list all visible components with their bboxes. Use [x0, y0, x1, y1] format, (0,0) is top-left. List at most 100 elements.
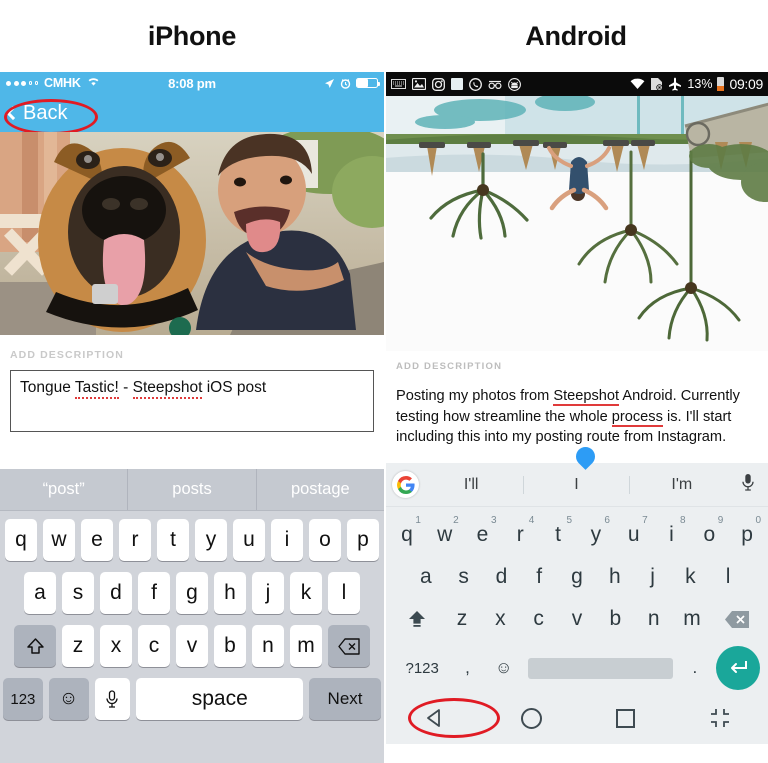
android-key-g[interactable]: g — [558, 556, 596, 598]
android-symbols-key[interactable]: ?123 — [394, 647, 450, 689]
ios-key-m[interactable]: m — [290, 625, 322, 667]
ios-space-key[interactable]: space — [136, 678, 304, 720]
android-key-t[interactable]: 5t — [539, 514, 577, 556]
backspace-icon[interactable] — [328, 625, 370, 667]
ios-key-n[interactable]: n — [252, 625, 284, 667]
collapse-arrows-icon[interactable] — [709, 707, 731, 729]
back-triangle-icon[interactable] — [423, 706, 447, 730]
android-key-v[interactable]: v — [558, 598, 596, 640]
android-suggestion-0[interactable]: I'll — [419, 476, 523, 494]
android-key-h[interactable]: h — [596, 556, 634, 598]
whatsapp-icon — [469, 77, 482, 91]
android-key-o[interactable]: 9o — [690, 514, 728, 556]
microphone-icon[interactable] — [94, 678, 131, 720]
alarm-clock-icon — [340, 78, 351, 89]
ios-key-t[interactable]: t — [157, 519, 189, 561]
ios-key-k[interactable]: k — [290, 572, 322, 614]
android-keyboard-row-1: 1q 2w 3e 4r 5t 6y 7u 8i 9o 0p — [388, 514, 766, 556]
ios-status-bar: CMHK 8:08 pm — [0, 72, 384, 94]
ios-key-f[interactable]: f — [138, 572, 170, 614]
android-period-key[interactable]: . — [678, 647, 712, 689]
ios-next-key[interactable]: Next — [309, 678, 381, 720]
ios-key-o[interactable]: o — [309, 519, 341, 561]
ios-key-x[interactable]: x — [100, 625, 132, 667]
ios-key-s[interactable]: s — [62, 572, 94, 614]
home-circle-icon[interactable] — [521, 707, 542, 729]
ios-suggestion-0[interactable]: “post” — [0, 469, 127, 510]
android-key-p[interactable]: 0p — [728, 514, 766, 556]
android-space-key[interactable] — [527, 657, 673, 679]
android-panel: 13% 09:09 ADD DESCRIPTION Posting my pho… — [384, 72, 768, 763]
android-key-n[interactable]: n — [635, 598, 673, 640]
android-key-j[interactable]: j — [634, 556, 672, 598]
ios-key-p[interactable]: p — [347, 519, 379, 561]
smiley-face-icon[interactable]: ☺ — [48, 678, 89, 720]
ios-key-u[interactable]: u — [233, 519, 265, 561]
ios-key-q[interactable]: q — [5, 519, 37, 561]
android-key-k[interactable]: k — [671, 556, 709, 598]
google-g-icon[interactable] — [392, 471, 419, 498]
ios-key-v[interactable]: v — [176, 625, 208, 667]
android-key-f[interactable]: f — [520, 556, 558, 598]
android-key-c[interactable]: c — [519, 598, 557, 640]
android-key-w[interactable]: 2w — [426, 514, 464, 556]
ios-key-b[interactable]: b — [214, 625, 246, 667]
panels-container: CMHK 8:08 pm Back ADD DESCRIPTION Tongue… — [0, 72, 768, 763]
ios-key-r[interactable]: r — [119, 519, 151, 561]
android-key-u[interactable]: 7u — [615, 514, 653, 556]
shift-arrow-icon[interactable] — [391, 598, 443, 640]
title-iphone: iPhone — [147, 20, 237, 51]
back-button[interactable]: Back — [5, 102, 67, 125]
android-key-z[interactable]: z — [443, 598, 481, 640]
instagram-icon — [432, 77, 445, 91]
comparison-screenshot: iPhone Android CMHK 8:08 pm Back ADD DES… — [0, 0, 768, 763]
annotation-circle-android-back — [408, 698, 500, 738]
ios-key-j[interactable]: j — [252, 572, 284, 614]
recents-square-icon[interactable] — [616, 708, 635, 728]
android-suggestion-2[interactable]: I'm — [628, 475, 734, 494]
ios-keyboard-row-4: 123 ☺ space Next — [3, 678, 381, 720]
enter-return-icon[interactable] — [715, 646, 760, 690]
android-comma-key[interactable]: , — [450, 647, 484, 689]
shift-arrow-icon[interactable] — [14, 625, 56, 667]
ios-key-l[interactable]: l — [328, 572, 360, 614]
ios-suggestion-2[interactable]: postage — [255, 469, 384, 510]
android-key-b[interactable]: b — [596, 598, 634, 640]
android-key-x[interactable]: x — [481, 598, 519, 640]
android-key-d[interactable]: d — [483, 556, 521, 598]
android-key-l[interactable]: l — [709, 556, 747, 598]
android-key-s[interactable]: s — [445, 556, 483, 598]
ios-key-z[interactable]: z — [62, 625, 94, 667]
android-key-r[interactable]: 4r — [501, 514, 539, 556]
android-status-icons: 13% 09:09 — [630, 76, 763, 92]
microphone-icon[interactable] — [734, 473, 762, 496]
android-description-text: Posting my photos from Steepshot Android… — [396, 388, 740, 446]
android-suggestion-bar: I'll I I'm — [386, 463, 768, 507]
android-key-m[interactable]: m — [673, 598, 711, 640]
android-suggestion-1[interactable]: I — [523, 475, 628, 494]
ios-key-d[interactable]: d — [100, 572, 132, 614]
android-key-e[interactable]: 3e — [464, 514, 502, 556]
ios-key-i[interactable]: i — [271, 519, 303, 561]
android-key-y[interactable]: 6y — [577, 514, 615, 556]
ios-key-g[interactable]: g — [176, 572, 208, 614]
ios-suggestion-1[interactable]: posts — [127, 469, 255, 510]
ios-key-c[interactable]: c — [138, 625, 170, 667]
android-key-i[interactable]: 8i — [653, 514, 691, 556]
square-app-icon — [451, 78, 463, 90]
ios-key-a[interactable]: a — [24, 572, 56, 614]
android-key-a[interactable]: a — [407, 556, 445, 598]
ios-numeric-key[interactable]: 123 — [3, 678, 43, 720]
ios-key-w[interactable]: w — [43, 519, 75, 561]
ios-description-input[interactable]: Tongue Tastic! - Steepshot iOS post — [10, 370, 374, 432]
android-description-input[interactable]: Posting my photos from Steepshot Android… — [396, 386, 758, 448]
ios-status-icons — [324, 78, 380, 89]
android-key-q[interactable]: 1q — [388, 514, 426, 556]
ios-key-h[interactable]: h — [214, 572, 246, 614]
ios-suggestion-bar: “post” posts postage — [0, 469, 384, 511]
android-suggestions: I'll I I'm — [419, 475, 734, 494]
smiley-face-icon[interactable]: ☺ — [485, 647, 523, 689]
ios-key-y[interactable]: y — [195, 519, 227, 561]
ios-key-e[interactable]: e — [81, 519, 113, 561]
backspace-icon[interactable] — [711, 598, 763, 640]
